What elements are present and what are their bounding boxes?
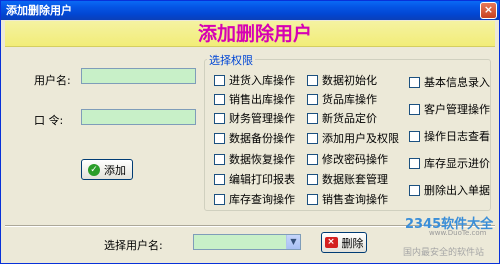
watermark-url: www.DuoTe.com [429, 229, 487, 237]
checkbox-box[interactable] [409, 103, 420, 115]
perm-label: 财务管理操作 [229, 112, 295, 125]
checkbox-box[interactable] [307, 74, 318, 86]
perm-label: 基本信息录入 [424, 76, 490, 89]
perm-checkbox[interactable]: 客户管理操作 [409, 101, 490, 117]
checkbox-box[interactable] [409, 184, 420, 196]
chevron-down-icon[interactable]: ▼ [286, 235, 300, 249]
banner-title: 添加删除用户 [197, 23, 312, 45]
checkbox-box[interactable] [307, 132, 318, 144]
password-input[interactable] [81, 109, 196, 125]
perm-label: 数据初始化 [322, 74, 377, 87]
checkbox-box[interactable] [409, 130, 420, 142]
perm-label: 编辑打印报表 [229, 173, 295, 186]
banner: 添加删除用户 [5, 21, 495, 47]
checkbox-box[interactable] [214, 193, 225, 205]
perm-label: 销售查询操作 [322, 193, 388, 206]
username-label: 用户名: [34, 74, 71, 87]
checkbox-box[interactable] [214, 153, 225, 165]
watermark-caption: 国内最安全的软件站 [403, 248, 485, 258]
perm-checkbox[interactable]: 库存显示进价 [409, 155, 490, 171]
perm-label: 删除出入单据 [424, 184, 490, 197]
checkbox-box[interactable] [214, 93, 225, 105]
add-button-label: 添加 [104, 163, 126, 177]
check-circle-icon: ✓ [88, 163, 100, 176]
checkbox-box[interactable] [214, 74, 225, 86]
perm-checkbox[interactable]: 修改密码操作 [307, 151, 388, 167]
perm-checkbox[interactable]: 编辑打印报表 [214, 171, 295, 187]
window-title: 添加删除用户 [6, 4, 72, 17]
perm-label: 销售出库操作 [229, 93, 295, 106]
app-window: 添加删除用户 × 添加删除用户 用户名: 口 令: ✓ 添加 选择权限 进货入库… [0, 0, 500, 264]
perm-checkbox[interactable]: 操作日志查看 [409, 128, 490, 144]
checkbox-box[interactable] [307, 93, 318, 105]
perm-label: 数据备份操作 [229, 132, 295, 145]
checkbox-box[interactable] [307, 193, 318, 205]
checkbox-box[interactable] [307, 173, 318, 185]
perm-checkbox[interactable]: 数据恢复操作 [214, 151, 295, 167]
perm-checkbox[interactable]: 删除出入单据 [409, 182, 490, 198]
permissions-legend: 选择权限 [207, 52, 255, 68]
perm-checkbox[interactable]: 销售查询操作 [307, 191, 388, 207]
perm-label: 客户管理操作 [424, 103, 490, 116]
checkbox-box[interactable] [307, 153, 318, 165]
checkbox-box[interactable] [214, 173, 225, 185]
perm-checkbox[interactable]: 货品库操作 [307, 91, 377, 107]
checkbox-box[interactable] [409, 76, 420, 88]
perm-checkbox[interactable]: 数据初始化 [307, 72, 377, 88]
checkbox-box[interactable] [409, 157, 420, 169]
perm-checkbox[interactable]: 进货入库操作 [214, 72, 295, 88]
perm-label: 库存显示进价 [424, 157, 490, 170]
delete-button[interactable]: × 删除 [321, 232, 367, 253]
delete-button-label: 删除 [341, 236, 364, 250]
perm-checkbox[interactable]: 库存查询操作 [214, 191, 295, 207]
user-select[interactable]: ▼ [193, 234, 301, 250]
perm-label: 操作日志查看 [424, 130, 490, 143]
username-input[interactable] [81, 68, 196, 84]
perm-label: 货品库操作 [322, 93, 377, 106]
perm-checkbox[interactable]: 添加用户及权限 [307, 130, 399, 146]
perm-label: 新货品定价 [322, 112, 377, 125]
watermark: 2345软件大全 www.DuoTe.com 国内最安全的软件站 [399, 213, 497, 261]
title-bar: 添加删除用户 × [1, 1, 499, 20]
perm-label: 库存查询操作 [229, 193, 295, 206]
checkbox-box[interactable] [307, 112, 318, 124]
checkbox-box[interactable] [214, 132, 225, 144]
close-icon: × [483, 3, 494, 16]
perm-label: 数据账套管理 [322, 173, 388, 186]
checkbox-box[interactable] [214, 112, 225, 124]
perm-label: 进货入库操作 [229, 74, 295, 87]
perm-checkbox[interactable]: 数据账套管理 [307, 171, 388, 187]
perm-checkbox[interactable]: 销售出库操作 [214, 91, 295, 107]
password-label: 口 令: [34, 114, 64, 127]
perm-checkbox[interactable]: 新货品定价 [307, 110, 377, 126]
close-button[interactable]: × [480, 2, 497, 19]
perm-label: 修改密码操作 [322, 153, 388, 166]
delete-icon: × [324, 237, 338, 248]
perm-checkbox[interactable]: 财务管理操作 [214, 110, 295, 126]
add-button[interactable]: ✓ 添加 [81, 159, 133, 180]
perm-label: 数据恢复操作 [229, 153, 295, 166]
perm-checkbox[interactable]: 数据备份操作 [214, 130, 295, 146]
perm-checkbox[interactable]: 基本信息录入 [409, 74, 490, 90]
select-user-label: 选择用户名: [104, 239, 163, 252]
perm-label: 添加用户及权限 [322, 132, 399, 145]
